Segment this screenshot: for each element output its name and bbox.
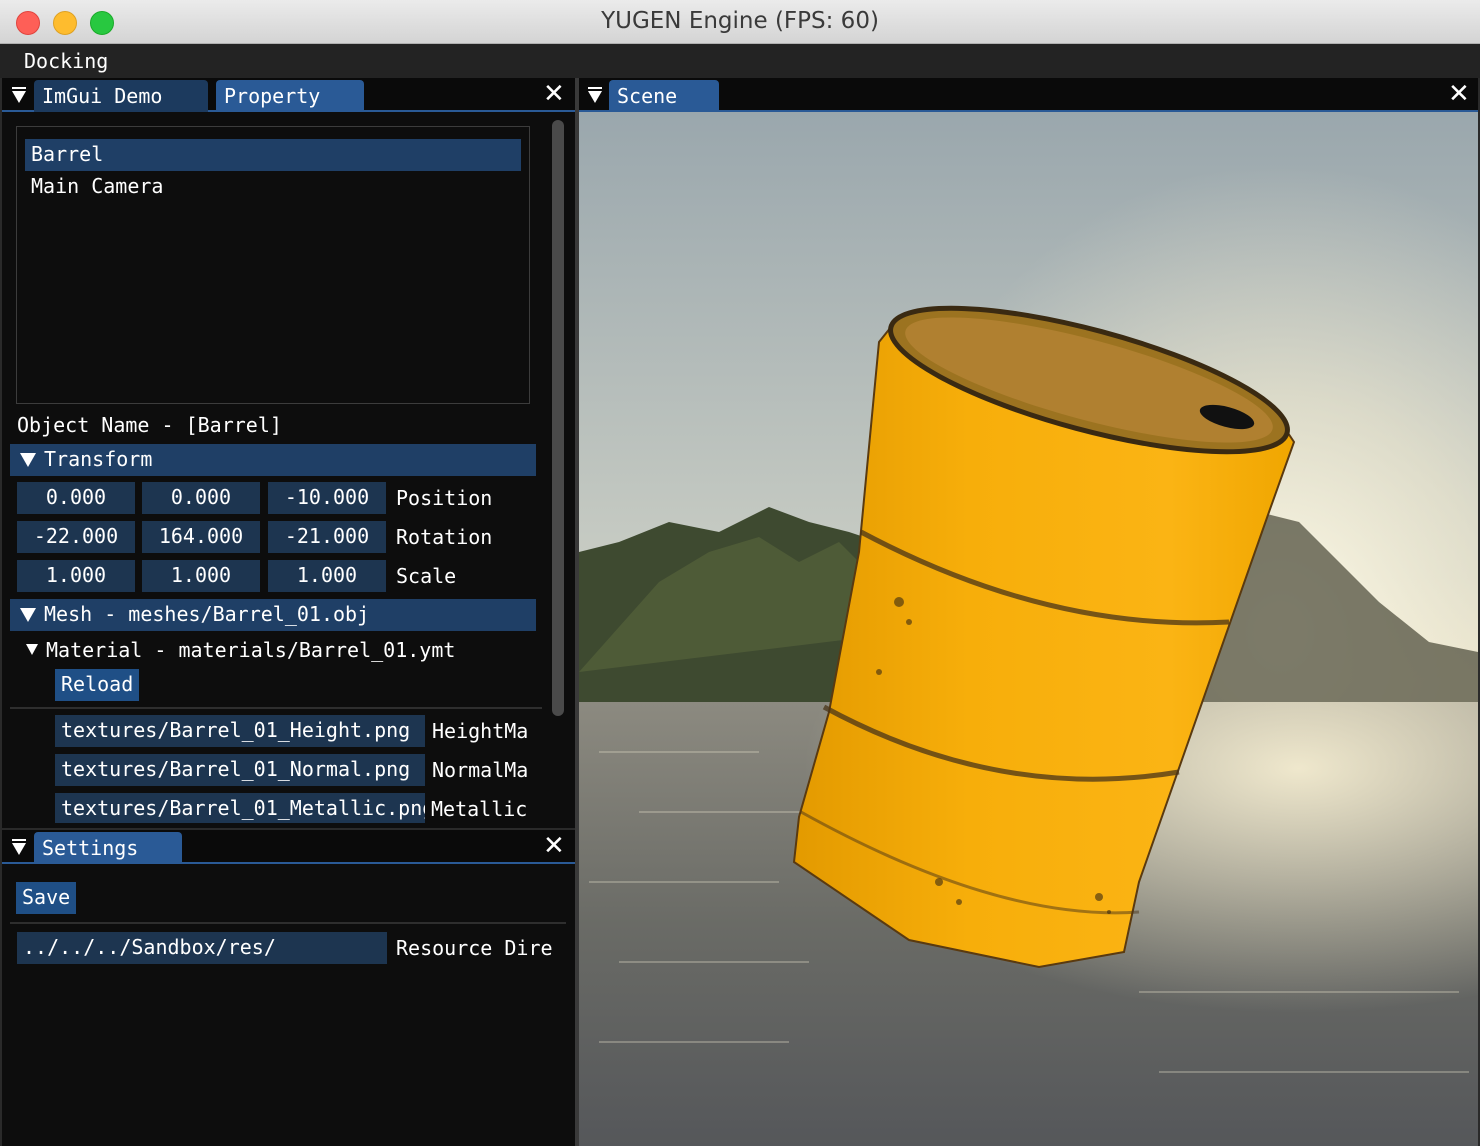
list-item[interactable]: Barrel	[25, 139, 521, 171]
transform-header-label: Transform	[44, 447, 153, 471]
property-scrollbar[interactable]	[550, 118, 566, 718]
metallic-map-label: Metallic	[431, 797, 528, 821]
metallic-map-field[interactable]: textures/Barrel_01_Metallic.png	[55, 793, 425, 823]
collapse-arrow-icon	[20, 608, 36, 622]
position-label: Position	[396, 486, 493, 510]
close-icon[interactable]: ✕	[1448, 81, 1470, 107]
scrollbar-thumb[interactable]	[552, 120, 564, 716]
scale-z-field[interactable]: 1.000	[268, 560, 386, 592]
scale-x-field[interactable]: 1.000	[17, 560, 135, 592]
panel-menu-arrow-icon[interactable]	[12, 87, 26, 103]
tab-scene[interactable]: Scene	[609, 80, 719, 112]
window-title: YUGEN Engine (FPS: 60)	[601, 8, 879, 34]
normal-map-label: NormalMa	[432, 758, 529, 782]
mesh-header-label: Mesh - meshes/Barrel_01.obj	[44, 602, 370, 626]
position-x-field[interactable]: 0.000	[17, 482, 135, 514]
menu-bar: Docking	[0, 44, 1480, 78]
property-tabbar: ImGui Demo Property ✕	[2, 78, 575, 112]
close-icon[interactable]: ✕	[543, 81, 565, 107]
reload-button[interactable]: Reload	[55, 669, 140, 701]
object-name-label: Object Name - [Barrel]	[17, 413, 282, 437]
position-y-field[interactable]: 0.000	[142, 482, 260, 514]
mesh-header[interactable]: Mesh - meshes/Barrel_01.obj	[10, 599, 536, 631]
transform-header[interactable]: Transform	[10, 444, 536, 476]
panel-menu-arrow-icon[interactable]	[588, 87, 602, 103]
panel-menu-arrow-icon[interactable]	[12, 839, 26, 855]
height-map-label: HeightMa	[432, 719, 529, 743]
rotation-y-field[interactable]: 164.000	[142, 521, 260, 553]
scale-label: Scale	[396, 564, 457, 588]
menu-docking[interactable]: Docking	[24, 49, 108, 73]
collapse-arrow-icon[interactable]	[26, 644, 38, 655]
collapse-arrow-icon	[20, 453, 36, 467]
scale-y-field[interactable]: 1.000	[142, 560, 260, 592]
close-icon[interactable]: ✕	[543, 833, 565, 859]
rotation-label: Rotation	[396, 525, 493, 549]
settings-tabbar: Settings ✕	[2, 830, 575, 864]
scene-render	[579, 112, 1478, 1146]
tab-property[interactable]: Property	[216, 80, 364, 112]
position-z-field[interactable]: -10.000	[268, 482, 386, 514]
window-titlebar: YUGEN Engine (FPS: 60)	[0, 0, 1480, 44]
material-header[interactable]: Material - materials/Barrel_01.ymt	[46, 638, 455, 662]
scene-tabbar: Scene ✕	[579, 78, 1478, 112]
tab-imgui-demo[interactable]: ImGui Demo	[34, 80, 208, 112]
settings-panel: Settings ✕	[2, 830, 575, 1146]
hierarchy-list: Barrel Main Camera	[16, 126, 530, 404]
resource-directory-label: Resource Dire	[396, 936, 553, 960]
resource-directory-field[interactable]: ../../../Sandbox/res/	[17, 932, 387, 964]
scene-panel: Scene ✕	[579, 78, 1478, 112]
height-map-field[interactable]: textures/Barrel_01_Height.png	[55, 715, 425, 747]
rotation-z-field[interactable]: -21.000	[268, 521, 386, 553]
tab-settings[interactable]: Settings	[34, 832, 182, 864]
rotation-x-field[interactable]: -22.000	[17, 521, 135, 553]
normal-map-field[interactable]: textures/Barrel_01_Normal.png	[55, 754, 425, 786]
scene-viewport[interactable]	[579, 112, 1478, 1146]
divider	[10, 707, 542, 709]
list-item[interactable]: Main Camera	[25, 171, 521, 203]
save-button[interactable]: Save	[16, 882, 77, 914]
divider	[10, 922, 566, 924]
